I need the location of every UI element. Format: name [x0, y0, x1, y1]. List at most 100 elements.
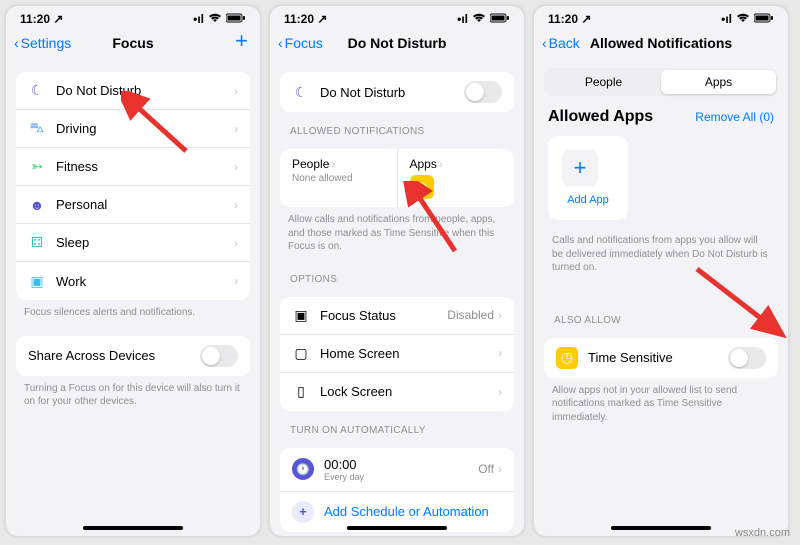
chevron-left-icon: ‹: [278, 35, 283, 51]
status-time: 11:20: [548, 12, 578, 26]
back-button[interactable]: ‹ Settings: [14, 35, 71, 51]
auto-group: 🕐 00:00 Every day Off › + Add Schedule o…: [280, 448, 514, 532]
chevron-right-icon: ›: [234, 160, 238, 174]
footer-text: Focus silences alerts and notifications.: [6, 300, 260, 326]
watermark: wsxdn.com: [735, 527, 790, 539]
people-label: People: [292, 157, 329, 171]
briefcase-icon: ▣: [28, 272, 46, 290]
seg-people[interactable]: People: [546, 70, 661, 94]
chevron-left-icon: ‹: [542, 35, 547, 51]
focus-item-dnd[interactable]: ☾ Do Not Disturb ›: [16, 72, 250, 110]
footer-text: Turning a Focus on for this device will …: [6, 376, 260, 415]
chevron-right-icon: ›: [234, 236, 238, 250]
back-button[interactable]: ‹ Focus: [278, 35, 323, 51]
people-cell[interactable]: People› None allowed: [280, 149, 398, 207]
time-sensitive-toggle[interactable]: [728, 347, 766, 369]
row-label: Home Screen: [320, 346, 498, 361]
back-button[interactable]: ‹ Back: [542, 35, 580, 51]
time-value: 00:00: [324, 457, 478, 472]
allowed-group: People› None allowed Apps› ◎: [280, 149, 514, 207]
battery-icon: [226, 12, 246, 26]
focus-item-sleep[interactable]: ⚃ Sleep ›: [16, 224, 250, 262]
chevron-right-icon: ›: [439, 157, 443, 171]
focus-item-personal[interactable]: ☻ Personal ›: [16, 186, 250, 224]
chevron-right-icon: ›: [498, 462, 502, 476]
chevron-right-icon: ›: [498, 346, 502, 360]
phone-dnd: 11:20 ↗ •ıl ‹ Focus Do Not Disturb ☾ Do …: [270, 6, 524, 536]
add-button[interactable]: +: [235, 28, 248, 54]
also-allow-group: ◷ Time Sensitive: [544, 338, 778, 378]
schedule-label: 00:00 Every day: [324, 457, 478, 482]
row-label: Sleep: [56, 235, 234, 250]
option-home-screen[interactable]: ▢ Home Screen ›: [280, 335, 514, 373]
nav-bar: ‹ Focus Do Not Disturb: [270, 28, 524, 62]
row-label: Lock Screen: [320, 384, 498, 399]
remove-all-link[interactable]: Remove All (0): [695, 110, 774, 124]
add-app-label: Add App: [562, 194, 614, 206]
home-indicator: [347, 526, 447, 530]
add-app-tile[interactable]: + Add App: [548, 136, 628, 220]
back-label: Focus: [285, 35, 323, 51]
chevron-right-icon: ›: [331, 157, 335, 171]
row-label: Share Across Devices: [28, 348, 200, 363]
segmented-control[interactable]: People Apps: [544, 68, 778, 96]
signal-icon: •ıl: [193, 12, 204, 26]
chevron-left-icon: ‹: [14, 35, 19, 51]
nav-bar: ‹ Settings Focus +: [6, 28, 260, 62]
section-header: ALLOWED NOTIFICATIONS: [270, 112, 524, 139]
app-chip-icon: ◎: [410, 175, 434, 199]
bed-icon: ⚃: [28, 234, 46, 252]
option-focus-status[interactable]: ▣ Focus Status Disabled ›: [280, 297, 514, 335]
nav-bar: ‹ Back Allowed Notifications: [534, 28, 788, 62]
person-icon: ☻: [28, 196, 46, 214]
focus-item-fitness[interactable]: ➳ Fitness ›: [16, 148, 250, 186]
row-label: Fitness: [56, 159, 234, 174]
focus-item-driving[interactable]: ⛍ Driving ›: [16, 110, 250, 148]
phone-allowed: 11:20 ↗ •ıl ‹ Back Allowed Notifications…: [534, 6, 788, 536]
share-group: Share Across Devices: [16, 336, 250, 376]
status-time: 11:20: [20, 12, 50, 26]
seg-apps[interactable]: Apps: [661, 70, 776, 94]
time-sensitive-icon: ◷: [556, 347, 578, 369]
dnd-row[interactable]: ☾ Do Not Disturb: [280, 72, 514, 112]
chevron-right-icon: ›: [234, 84, 238, 98]
row-detail: Disabled: [447, 308, 494, 322]
apps-label: Apps: [410, 157, 437, 171]
row-label: Driving: [56, 121, 234, 136]
footer-text: Calls and notifications from apps you al…: [534, 228, 788, 281]
plus-icon: +: [562, 150, 598, 186]
focus-list: ☾ Do Not Disturb › ⛍ Driving › ➳ Fitness…: [16, 72, 250, 300]
fitness-icon: ➳: [28, 158, 46, 176]
wifi-icon: [736, 12, 750, 26]
share-toggle[interactable]: [200, 345, 238, 367]
chevron-right-icon: ›: [498, 385, 502, 399]
row-detail: Off: [478, 462, 494, 476]
footer-text: Allow calls and notifications from peopl…: [270, 207, 524, 260]
battery-icon: [754, 12, 774, 26]
schedule-row[interactable]: 🕐 00:00 Every day Off ›: [280, 448, 514, 492]
time-sensitive-row[interactable]: ◷ Time Sensitive: [544, 338, 778, 378]
phone-focus: 11:20 ↗ •ıl ‹ Settings Focus + ☾ D: [6, 6, 260, 536]
time-sub: Every day: [324, 472, 478, 482]
dnd-toggle[interactable]: [464, 81, 502, 103]
footer-text: Allow apps not in your allowed list to s…: [534, 378, 788, 431]
section-header: ALSO ALLOW: [534, 301, 788, 328]
share-row[interactable]: Share Across Devices: [16, 336, 250, 376]
plus-icon: +: [292, 501, 314, 523]
option-lock-screen[interactable]: ▯ Lock Screen ›: [280, 373, 514, 411]
focus-item-work[interactable]: ▣ Work ›: [16, 262, 250, 300]
back-label: Settings: [21, 35, 72, 51]
home-icon: ▢: [292, 344, 310, 362]
location-icon: ↗: [53, 12, 63, 26]
chevron-right-icon: ›: [234, 122, 238, 136]
status-time: 11:20: [284, 12, 314, 26]
people-sub: None allowed: [292, 173, 385, 184]
section-header: OPTIONS: [270, 260, 524, 287]
apps-cell[interactable]: Apps› ◎: [398, 149, 515, 207]
battery-icon: [490, 12, 510, 26]
allowed-apps-title: Allowed Apps: [548, 108, 653, 126]
status-bar: 11:20 ↗ •ıl: [270, 6, 524, 28]
lock-icon: ▯: [292, 383, 310, 401]
wifi-icon: [472, 12, 486, 26]
row-label: Do Not Disturb: [56, 83, 234, 98]
